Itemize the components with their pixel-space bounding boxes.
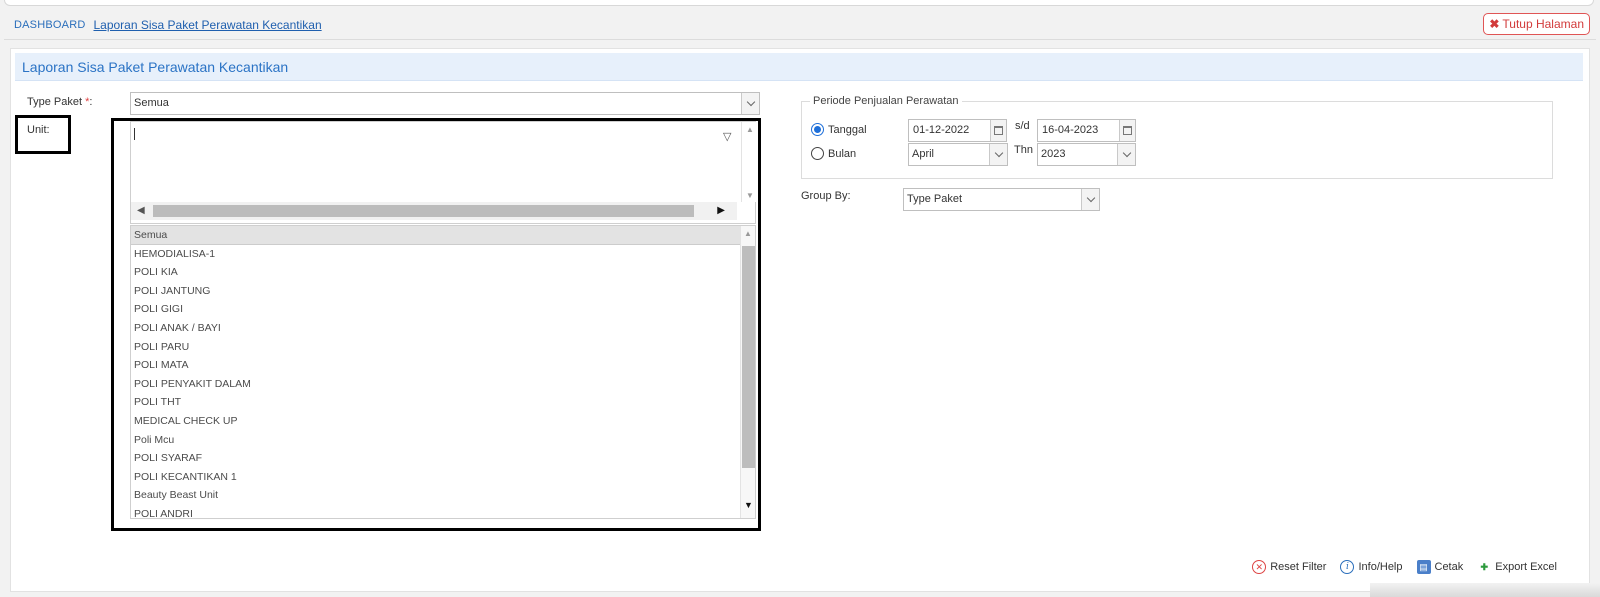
info-icon: i: [1340, 560, 1355, 574]
breadcrumb: DASHBOARD Laporan Sisa Paket Perawatan K…: [14, 16, 322, 34]
reset-icon: ✕: [1252, 560, 1267, 574]
panel-title: Laporan Sisa Paket Perawatan Kecantikan: [15, 53, 1583, 81]
group-by-label: Group By:: [801, 190, 851, 202]
year-select[interactable]: 2023: [1037, 143, 1136, 166]
type-paket-label: Type Paket *:: [27, 96, 92, 108]
window-corner-shadow: [1370, 583, 1600, 597]
print-label: Cetak: [1434, 561, 1464, 573]
type-paket-value: Semua: [134, 97, 169, 109]
radio-bulan[interactable]: Bulan: [811, 147, 856, 160]
top-frame: [4, 0, 1594, 6]
breadcrumb-current-link[interactable]: Laporan Sisa Paket Perawatan Kecantikan: [93, 18, 321, 32]
close-icon: ✖: [1489, 17, 1500, 31]
type-paket-label-text: Type Paket: [27, 96, 83, 108]
month-select[interactable]: April: [908, 143, 1008, 166]
date-from-value: 01-12-2022: [913, 124, 970, 136]
chevron-down-icon[interactable]: [741, 93, 759, 114]
chevron-down-icon[interactable]: [1117, 144, 1135, 165]
type-paket-select[interactable]: Semua: [130, 92, 760, 115]
reset-filter-button[interactable]: ✕ Reset Filter: [1252, 560, 1326, 574]
date-to-input[interactable]: 16-04-2023: [1037, 119, 1136, 142]
group-by-value: Type Paket: [907, 193, 963, 205]
close-page-label: Tutup Halaman: [1502, 17, 1584, 31]
date-to-value: 16-04-2023: [1042, 124, 1099, 136]
sd-label: s/d: [1015, 120, 1030, 132]
chevron-down-icon[interactable]: [1081, 189, 1099, 210]
radio-tanggal[interactable]: Tanggal: [811, 123, 867, 136]
export-excel-label: Export Excel: [1495, 561, 1557, 573]
radio-dot[interactable]: [811, 147, 824, 160]
header-divider: [4, 39, 1596, 40]
month-value: April: [912, 148, 935, 160]
info-help-button[interactable]: i Info/Help: [1340, 560, 1403, 574]
periode-legend: Periode Penjualan Perawatan: [813, 95, 959, 107]
date-from-input[interactable]: 01-12-2022: [908, 119, 1007, 142]
radio-tanggal-label: Tanggal: [828, 123, 867, 136]
breadcrumb-dashboard-link[interactable]: DASHBOARD: [14, 19, 85, 31]
printer-icon: ▤: [1416, 560, 1431, 574]
radio-dot[interactable]: [811, 123, 824, 136]
unit-label-highlight-box: [15, 115, 71, 154]
calendar-icon[interactable]: [990, 120, 1006, 141]
info-help-label: Info/Help: [1358, 561, 1403, 573]
thn-label: Thn: [1014, 144, 1033, 156]
excel-icon: ✚: [1480, 561, 1489, 572]
footer-actions: ✕ Reset Filter i Info/Help ▤ Cetak ✚ Exp…: [1252, 560, 1557, 574]
print-button[interactable]: ▤ Cetak: [1416, 560, 1464, 574]
reset-filter-label: Reset Filter: [1270, 561, 1327, 573]
unit-dropdown-highlight-box: [111, 118, 761, 531]
close-page-button[interactable]: ✖ Tutup Halaman: [1483, 13, 1590, 35]
year-value: 2023: [1041, 148, 1066, 160]
type-paket-label-suffix: :: [89, 96, 93, 108]
calendar-icon[interactable]: [1119, 120, 1135, 141]
export-excel-button[interactable]: ✚ Export Excel: [1477, 560, 1557, 574]
group-by-select[interactable]: Type Paket: [903, 188, 1100, 211]
chevron-down-icon[interactable]: [989, 144, 1007, 165]
radio-bulan-label: Bulan: [828, 147, 857, 160]
